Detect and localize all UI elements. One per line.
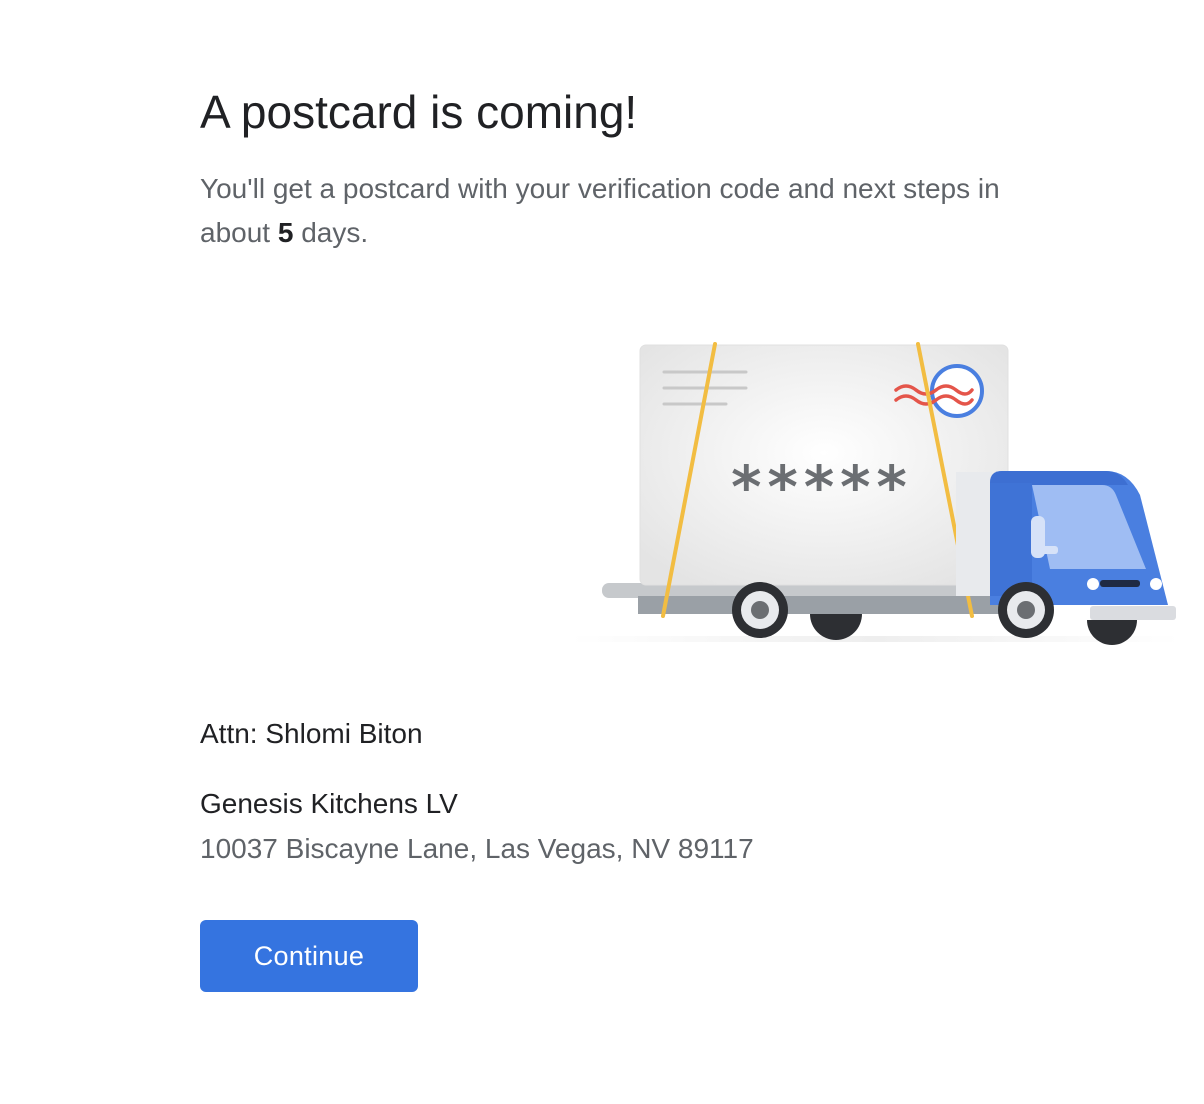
business-name: Genesis Kitchens LV bbox=[200, 788, 458, 819]
masked-code: ***** bbox=[731, 453, 913, 521]
truck-chassis bbox=[638, 596, 1008, 614]
description-tail: days. bbox=[293, 217, 369, 248]
postcard-truck-illustration: ***** bbox=[570, 342, 1180, 645]
days-count: 5 bbox=[277, 217, 294, 248]
business-address: 10037 Biscayne Lane, Las Vegas, NV 89117 bbox=[200, 833, 754, 864]
rear-wheel bbox=[732, 582, 788, 638]
ground-shadow bbox=[570, 636, 1180, 642]
continue-button[interactable]: Continue bbox=[200, 920, 418, 992]
front-wheel bbox=[998, 582, 1054, 638]
recipient-attn: Attn: Shlomi Biton bbox=[200, 718, 423, 749]
description-text: You'll get a postcard with your verifica… bbox=[200, 167, 1020, 255]
page-title: A postcard is coming! bbox=[200, 86, 638, 138]
